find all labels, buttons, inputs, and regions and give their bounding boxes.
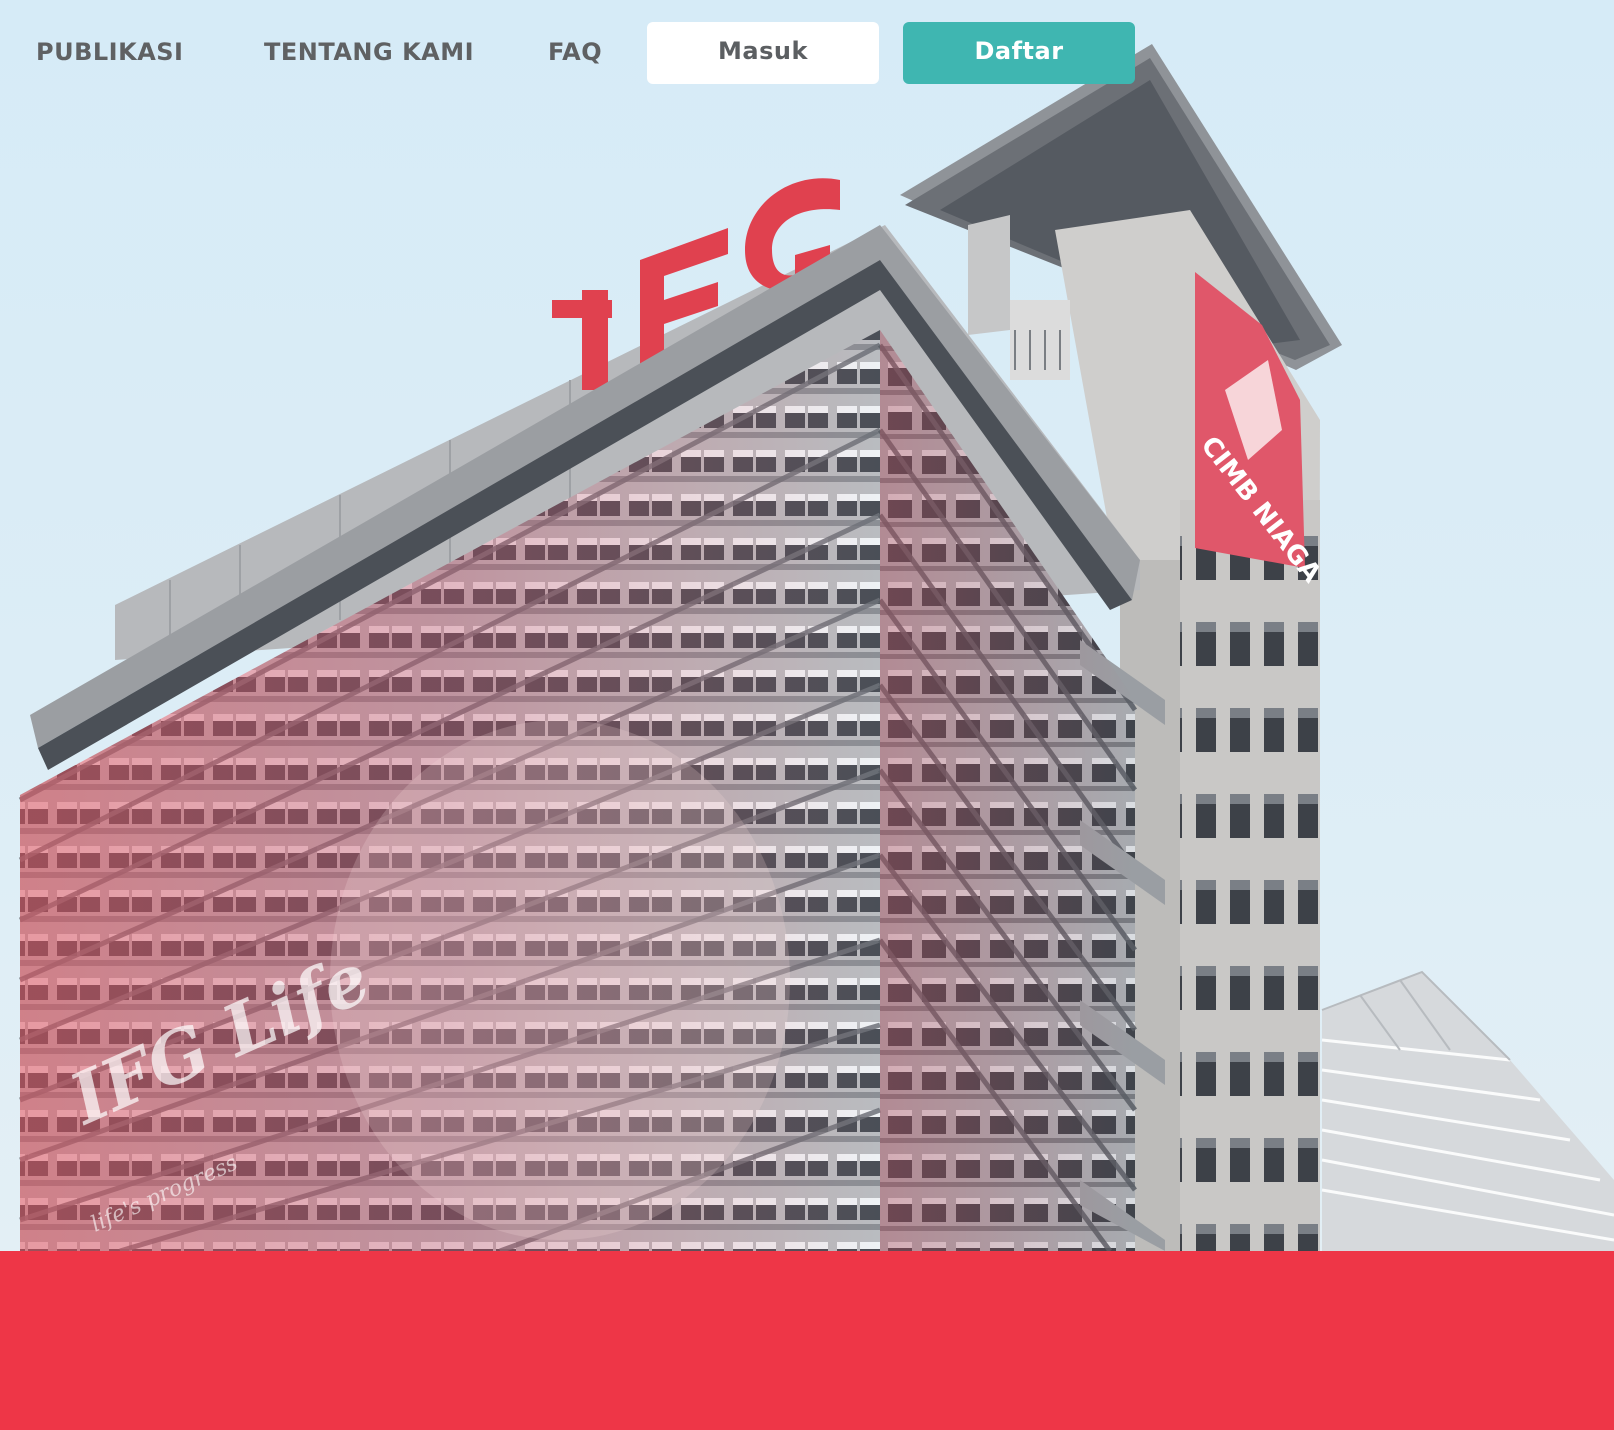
- footer-band: [0, 1251, 1614, 1430]
- nav-link-faq[interactable]: FAQ: [548, 38, 602, 66]
- nav-link-publikasi[interactable]: PUBLIKASI: [36, 38, 183, 66]
- nav-link-tentang-kami[interactable]: TENTANG KAMI: [264, 38, 474, 66]
- landing-page: CIMB NIAGA IFG Life life's progress PUBL…: [0, 0, 1614, 1430]
- office-tower-photo: CIMB NIAGA IFG Life life's progress: [18, 44, 1614, 1251]
- hero-background: CIMB NIAGA IFG Life life's progress: [0, 0, 1614, 1251]
- register-button[interactable]: Daftar: [903, 22, 1135, 84]
- login-button[interactable]: Masuk: [647, 22, 879, 84]
- top-navigation: PUBLIKASI TENTANG KAMI FAQ Masuk Daftar: [0, 0, 1614, 100]
